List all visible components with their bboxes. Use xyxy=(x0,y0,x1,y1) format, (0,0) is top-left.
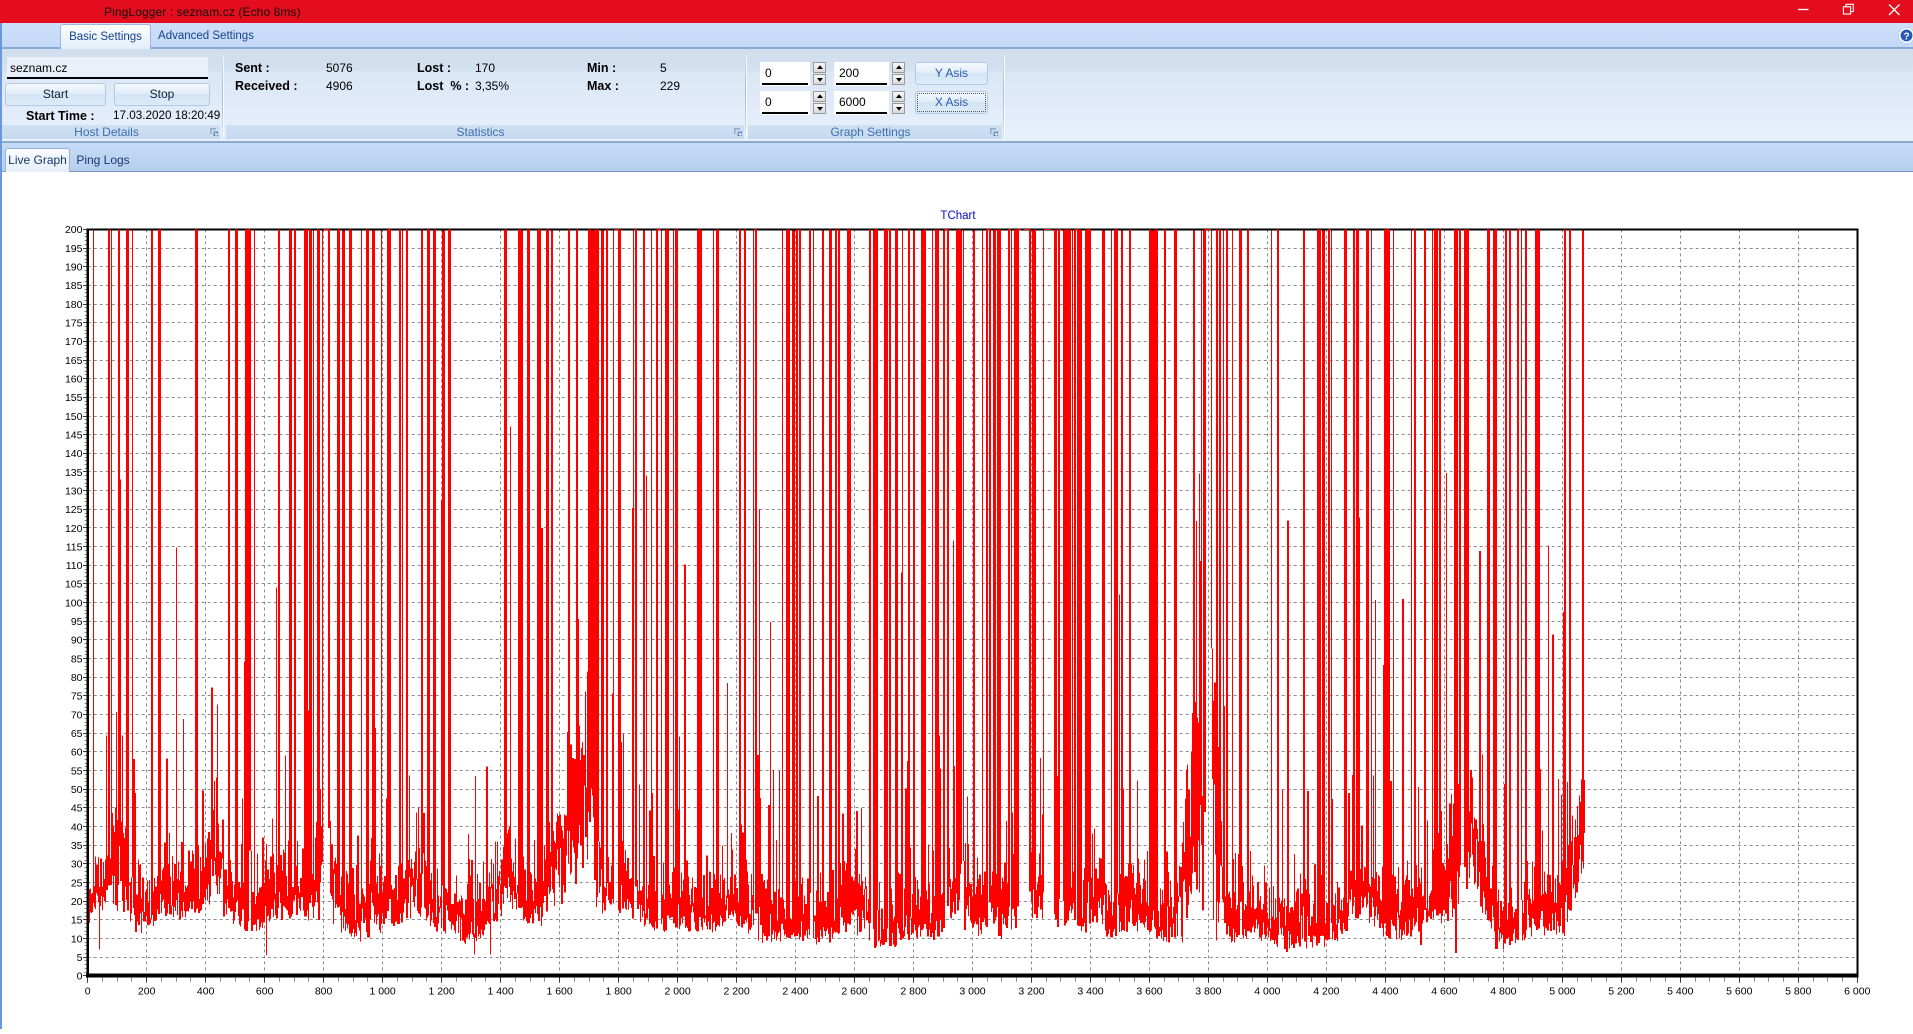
svg-text:40: 40 xyxy=(71,821,83,833)
svg-text:1 800: 1 800 xyxy=(605,986,631,998)
svg-text:150: 150 xyxy=(65,411,83,423)
svg-text:1 600: 1 600 xyxy=(546,986,572,998)
svg-text:160: 160 xyxy=(65,374,83,386)
svg-text:3 200: 3 200 xyxy=(1018,986,1044,998)
svg-text:5 800: 5 800 xyxy=(1785,986,1811,998)
svg-text:85: 85 xyxy=(71,653,83,665)
svg-text:95: 95 xyxy=(71,616,83,628)
svg-text:0: 0 xyxy=(77,971,83,983)
svg-text:1 000: 1 000 xyxy=(369,986,395,998)
svg-text:2 400: 2 400 xyxy=(782,986,808,998)
svg-text:?: ? xyxy=(1903,31,1909,42)
svg-text:155: 155 xyxy=(65,392,83,404)
svg-text:5 000: 5 000 xyxy=(1549,986,1575,998)
svg-text:50: 50 xyxy=(71,784,83,796)
svg-text:140: 140 xyxy=(65,448,83,460)
svg-text:15: 15 xyxy=(71,915,83,927)
svg-text:200: 200 xyxy=(65,224,83,236)
svg-text:70: 70 xyxy=(71,709,83,721)
svg-text:90: 90 xyxy=(71,635,83,647)
svg-text:175: 175 xyxy=(65,318,83,330)
svg-text:5 200: 5 200 xyxy=(1608,986,1634,998)
svg-text:120: 120 xyxy=(65,523,83,535)
svg-text:20: 20 xyxy=(71,896,83,908)
svg-text:1 200: 1 200 xyxy=(428,986,454,998)
svg-text:200: 200 xyxy=(138,986,156,998)
svg-text:600: 600 xyxy=(256,986,274,998)
svg-text:10: 10 xyxy=(71,933,83,945)
svg-text:3 400: 3 400 xyxy=(1077,986,1103,998)
svg-text:5: 5 xyxy=(77,952,83,964)
svg-text:3 000: 3 000 xyxy=(959,986,985,998)
svg-text:60: 60 xyxy=(71,747,83,759)
svg-text:115: 115 xyxy=(66,541,83,553)
svg-text:110: 110 xyxy=(66,560,83,572)
svg-text:4 400: 4 400 xyxy=(1372,986,1398,998)
svg-text:135: 135 xyxy=(65,467,83,479)
svg-text:80: 80 xyxy=(71,672,83,684)
svg-text:4 000: 4 000 xyxy=(1254,986,1280,998)
svg-text:190: 190 xyxy=(65,262,83,274)
svg-text:105: 105 xyxy=(65,579,83,591)
svg-text:3 600: 3 600 xyxy=(1136,986,1162,998)
svg-text:2 200: 2 200 xyxy=(723,986,749,998)
svg-text:3 800: 3 800 xyxy=(1195,986,1221,998)
svg-text:185: 185 xyxy=(65,280,83,292)
svg-text:130: 130 xyxy=(65,485,83,497)
svg-text:170: 170 xyxy=(65,336,83,348)
svg-text:45: 45 xyxy=(71,803,83,815)
svg-text:6 000: 6 000 xyxy=(1844,986,1870,998)
svg-text:145: 145 xyxy=(65,430,83,442)
svg-text:4 800: 4 800 xyxy=(1490,986,1516,998)
svg-text:100: 100 xyxy=(65,597,83,609)
svg-text:4 600: 4 600 xyxy=(1431,986,1457,998)
svg-text:400: 400 xyxy=(197,986,215,998)
svg-text:1 400: 1 400 xyxy=(487,986,513,998)
svg-text:2 600: 2 600 xyxy=(841,986,867,998)
svg-text:2 000: 2 000 xyxy=(664,986,690,998)
svg-text:125: 125 xyxy=(65,504,83,516)
svg-text:800: 800 xyxy=(315,986,333,998)
svg-text:180: 180 xyxy=(65,299,83,311)
svg-text:165: 165 xyxy=(65,355,83,367)
svg-text:35: 35 xyxy=(71,840,83,852)
svg-text:5 400: 5 400 xyxy=(1667,986,1693,998)
svg-text:75: 75 xyxy=(71,691,83,703)
svg-text:2 800: 2 800 xyxy=(900,986,926,998)
svg-text:25: 25 xyxy=(71,877,83,889)
svg-text:65: 65 xyxy=(71,728,83,740)
svg-text:0: 0 xyxy=(85,986,91,998)
svg-text:195: 195 xyxy=(65,243,83,255)
svg-text:30: 30 xyxy=(71,859,83,871)
svg-text:4 200: 4 200 xyxy=(1313,986,1339,998)
svg-text:5 600: 5 600 xyxy=(1726,986,1752,998)
svg-text:55: 55 xyxy=(71,765,83,777)
svg-text:TChart: TChart xyxy=(940,210,976,222)
